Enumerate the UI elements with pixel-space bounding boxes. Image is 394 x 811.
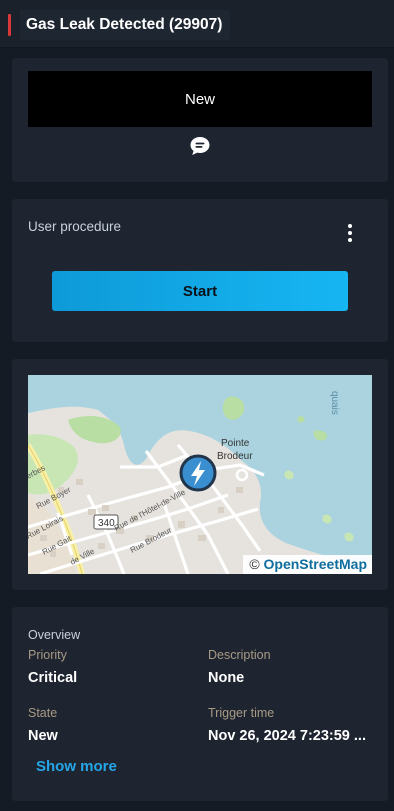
procedure-label: User procedure <box>28 219 122 234</box>
status-display: New <box>28 71 372 127</box>
openstreetmap-link[interactable]: OpenStreetMap <box>264 556 367 572</box>
priority-accent-bar <box>8 14 11 36</box>
lightning-icon[interactable] <box>179 454 217 492</box>
page-title: Gas Leak Detected (29907) <box>26 16 223 33</box>
map-tiles: quais Pointe Brodeur 340 Rue de l'Hôtel-… <box>28 375 372 574</box>
overview-heading: Overview <box>28 628 81 642</box>
show-more-link[interactable]: Show more <box>36 758 117 775</box>
comment-icon[interactable] <box>189 136 211 156</box>
procedure-card: User procedure Start <box>12 199 388 342</box>
location-map[interactable]: quais Pointe Brodeur 340 Rue de l'Hôtel-… <box>28 375 372 574</box>
description-value: None <box>208 670 245 686</box>
title-container: Gas Leak Detected (29907) <box>20 10 231 40</box>
start-procedure-button[interactable]: Start <box>52 271 348 311</box>
priority-label: Priority <box>28 648 67 662</box>
start-button-label: Start <box>182 282 218 300</box>
description-label: Description <box>208 648 271 662</box>
status-card: New <box>12 58 388 182</box>
trigger-time-value: Nov 26, 2024 7:23:59 ... <box>208 728 366 744</box>
water-label: quais <box>329 391 340 415</box>
overview-card: Overview Priority Critical Description N… <box>12 607 388 801</box>
map-attribution: © OpenStreetMap <box>243 555 372 574</box>
trigger-time-label: Trigger time <box>208 706 275 720</box>
status-value: New <box>184 90 215 108</box>
copyright-symbol: © <box>249 556 260 572</box>
route-badge: 340 <box>98 518 115 529</box>
place-label-1: Pointe <box>221 438 250 449</box>
place-label-2: Brodeur <box>217 451 253 462</box>
state-label: State <box>28 706 58 720</box>
header-bar: Gas Leak Detected (29907) <box>0 0 394 48</box>
priority-value: Critical <box>28 670 78 686</box>
map-card: quais Pointe Brodeur 340 Rue de l'Hôtel-… <box>12 359 388 590</box>
state-value: New <box>28 728 58 744</box>
more-vertical-icon[interactable] <box>344 224 356 246</box>
